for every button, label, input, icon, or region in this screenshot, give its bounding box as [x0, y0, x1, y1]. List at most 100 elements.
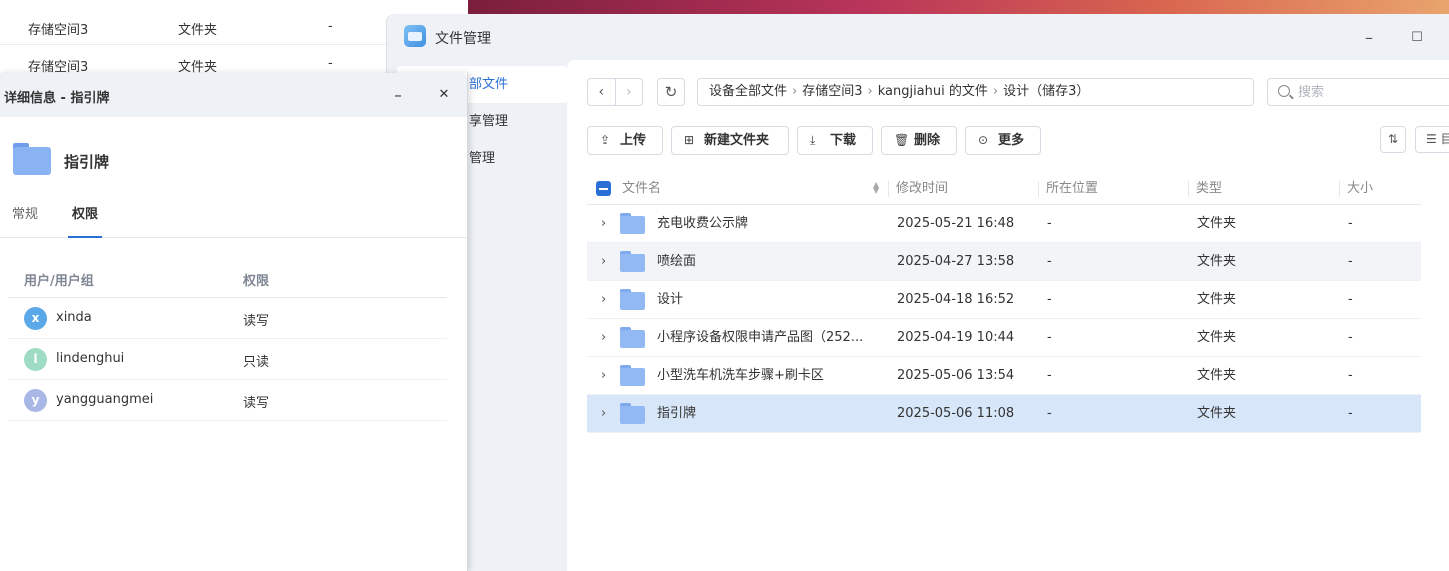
table-row[interactable]: › 喷绘面 2025-04-27 13:58 - 文件夹 - [587, 243, 1421, 281]
window-title: 文件管理 [435, 31, 491, 47]
user-name: xinda [56, 310, 92, 325]
maximize-button[interactable]: ☐ [1405, 26, 1429, 50]
file-location: - [1047, 216, 1052, 231]
detail-dialog: 详细信息 - 指引牌 – ✕ 指引牌 常规 权限 用户/用户组 权限 x xin… [0, 73, 468, 571]
delete-label: 删除 [914, 133, 941, 148]
upload-icon: ⇪ [600, 133, 611, 147]
chevron-right-icon[interactable]: › [601, 357, 606, 395]
column-header-type[interactable]: 类型 [1187, 172, 1222, 205]
dialog-minimize-button[interactable]: – [386, 83, 410, 107]
dialog-close-button[interactable]: ✕ [432, 83, 456, 107]
file-location: - [1047, 330, 1052, 345]
new-folder-label: 新建文件夹 [704, 133, 770, 148]
folder-icon [620, 213, 645, 234]
download-button[interactable]: ⤓ 下载 [797, 126, 873, 155]
column-header-modified[interactable]: 修改时间 [887, 172, 948, 205]
table-row[interactable]: › 小型洗车机洗车步骤+刷卡区 2025-05-06 13:54 - 文件夹 - [587, 357, 1421, 395]
file-size: - [1348, 406, 1353, 421]
upload-button[interactable]: ⇪ 上传 [587, 126, 663, 155]
chevron-right-icon: › [792, 84, 798, 99]
chevron-right-icon: › [992, 84, 999, 99]
column-header-permission: 权限 [243, 274, 270, 289]
table-row[interactable]: › 指引牌 2025-05-06 11:08 - 文件夹 - [587, 395, 1421, 433]
chevron-right-icon: › [867, 84, 873, 99]
file-modified: 2025-04-18 16:52 [897, 292, 1015, 307]
file-table: 文件名 ▲ ▼ 修改时间 所在位置 类型 大小 › 充电收费公示牌 2025-05… [587, 172, 1421, 433]
chevron-right-icon[interactable]: › [601, 319, 606, 357]
new-folder-icon: ⊞ [684, 133, 695, 147]
download-label: 下载 [830, 133, 857, 148]
upload-label: 上传 [620, 133, 647, 148]
history-nav: ‹ › [587, 78, 643, 106]
sort-arrows-icon[interactable]: ▲ ▼ [873, 181, 879, 195]
window-titlebar[interactable]: 文件管理 – ☐ [387, 14, 1449, 60]
breadcrumb-item[interactable]: 存储空间3 [802, 84, 862, 99]
file-name: 小程序设备权限申请产品图（252... [657, 330, 864, 345]
item-name: 指引牌 [64, 153, 110, 171]
search-input[interactable] [1298, 83, 1448, 101]
select-all-checkbox[interactable] [596, 181, 611, 196]
list-item[interactable]: 存储空间3 文件夹 - [0, 9, 400, 45]
file-location: - [1047, 406, 1052, 421]
file-type: 文件夹 [1197, 292, 1237, 307]
user-name: lindenghui [56, 351, 125, 366]
folder-icon [620, 403, 645, 424]
refresh-button[interactable]: ↻ [657, 78, 685, 106]
forward-button[interactable]: › [614, 79, 643, 105]
column-header-location[interactable]: 所在位置 [1037, 172, 1098, 205]
file-location: - [1047, 254, 1052, 269]
search-icon [1278, 85, 1290, 97]
chevron-right-icon[interactable]: › [601, 281, 606, 319]
table-row[interactable]: › 充电收费公示牌 2025-05-21 16:48 - 文件夹 - [587, 205, 1421, 243]
tab-general[interactable]: 常规 [12, 203, 38, 237]
new-folder-button[interactable]: ⊞ 新建文件夹 [671, 126, 789, 155]
table-row[interactable]: y yangguangmei 读写 [8, 380, 447, 421]
chevron-right-icon[interactable]: › [601, 205, 606, 243]
back-button[interactable]: ‹ [588, 79, 615, 105]
sort-button[interactable]: ⇅ [1380, 126, 1406, 153]
breadcrumb-item[interactable]: 设备全部文件 [709, 84, 787, 99]
file-name: 充电收费公示牌 [657, 216, 749, 231]
file-name: 小型洗车机洗车步骤+刷卡区 [657, 368, 824, 383]
file-size: - [1348, 330, 1353, 345]
chevron-right-icon[interactable]: › [601, 395, 606, 433]
column-header-name[interactable]: 文件名 [622, 172, 661, 205]
file-manager-window: 文件管理 – ☐ 部文件 享管理 管理 ‹ › ↻ 设备全部文件 › 存储空间3 › k… [386, 14, 1449, 571]
more-icon: ⊙ [978, 133, 989, 147]
delete-button[interactable]: 🗑 删除 [881, 126, 957, 155]
table-header: 用户/用户组 权限 [8, 258, 447, 298]
table-row[interactable]: › 设计 2025-04-18 16:52 - 文件夹 - [587, 281, 1421, 319]
table-row[interactable]: › 小程序设备权限申请产品图（252... 2025-04-19 10:44 -… [587, 319, 1421, 357]
file-name: 指引牌 [657, 406, 697, 421]
file-modified: 2025-05-21 16:48 [897, 216, 1015, 231]
more-button[interactable]: ⊙ 更多 [965, 126, 1041, 155]
more-label: 更多 [998, 133, 1025, 148]
sort-icon: ⇅ [1387, 132, 1399, 146]
chevron-right-icon[interactable]: › [601, 243, 606, 281]
minimize-button[interactable]: – [1357, 26, 1381, 50]
breadcrumb[interactable]: 设备全部文件 › 存储空间3 › kangjiahui 的文件 › 设计（储存3） [697, 78, 1254, 106]
download-icon: ⤓ [810, 133, 816, 147]
refresh-icon: ↻ [664, 83, 678, 101]
file-type: 文件夹 [1197, 406, 1237, 421]
file-location: - [1047, 368, 1052, 383]
file-name: 喷绘面 [657, 254, 697, 269]
view-mode-button[interactable]: ☰ 目 [1415, 126, 1449, 153]
column-header-user: 用户/用户组 [24, 274, 94, 289]
file-location: - [1047, 292, 1052, 307]
table-row[interactable]: x xinda 读写 [8, 298, 447, 339]
file-size: - [328, 19, 333, 34]
breadcrumb-item[interactable]: 设计（储存3） [1003, 84, 1089, 99]
file-type: 文件夹 [1197, 216, 1237, 231]
background-file-list: 存储空间3 文件夹 - 存储空间3 文件夹 - [0, 0, 410, 82]
column-header-size[interactable]: 大小 [1338, 172, 1373, 205]
permission-value: 只读 [243, 355, 270, 370]
breadcrumb-item[interactable]: kangjiahui 的文件 [878, 84, 988, 99]
table-row[interactable]: l lindenghui 只读 [8, 339, 447, 380]
file-size: - [1348, 292, 1353, 307]
dialog-titlebar[interactable]: 详细信息 - 指引牌 – ✕ [0, 73, 467, 117]
tab-permissions[interactable]: 权限 [67, 203, 103, 238]
avatar: x [24, 307, 47, 330]
permission-value: 读写 [243, 314, 270, 329]
user-name: yangguangmei [56, 392, 154, 407]
